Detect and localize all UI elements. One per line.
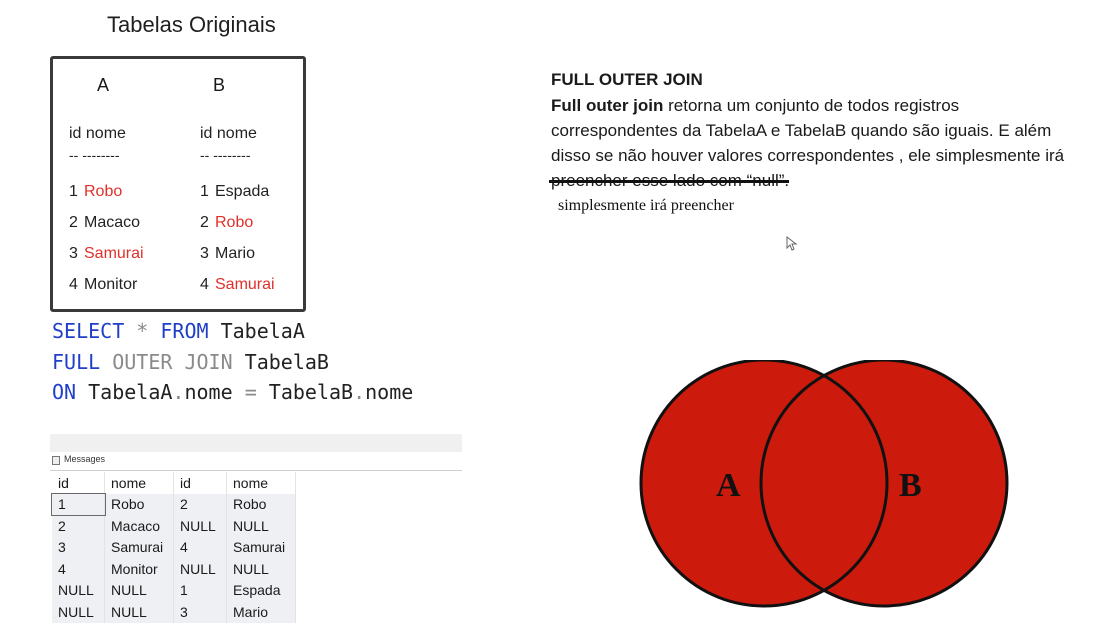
original-tables-title: Tabelas Originais (107, 12, 276, 37)
venn-label-a: A (716, 467, 741, 504)
table-b-row-id: 4 (200, 276, 209, 293)
venn-label-b: B (899, 467, 922, 504)
full-outer-join-description: Full outer join retorna um conjunto de t… (551, 93, 1071, 193)
table-a-header: A (97, 75, 110, 95)
full-outer-join-title: FULL OUTER JOIN (551, 70, 703, 89)
table-cell[interactable]: 1 (51, 492, 106, 516)
table-row[interactable]: 1 Robo 2 Robo (51, 492, 296, 516)
query-results-pane: Messages id nome id nome 1 Robo 2 Robo 2 Macaco N… (50, 434, 462, 623)
messages-icon (52, 456, 60, 465)
table-cell[interactable]: NULL (104, 601, 174, 623)
table-cell[interactable]: 2 (52, 515, 105, 537)
table-row[interactable]: 3 Samurai 4 Samurai (52, 536, 296, 558)
table-cell[interactable]: NULL (173, 515, 227, 537)
sql-keyword: FULL (52, 350, 101, 374)
table-a-row-name: Samurai (84, 245, 144, 262)
results-pane-header (50, 434, 462, 453)
sql-star: * (124, 319, 161, 343)
table-cell[interactable]: Robo (104, 493, 174, 515)
table-b-row-name: Samurai (215, 276, 275, 293)
table-cell[interactable]: NULL (52, 579, 105, 601)
table-b-row-id: 2 (200, 214, 209, 231)
table-cell[interactable]: Samurai (226, 536, 296, 558)
column-header[interactable]: id (52, 472, 105, 494)
sql-dot: . (172, 380, 185, 404)
results-grid[interactable]: id nome id nome 1 Robo 2 Robo 2 Macaco NULL NULL 3 S… (51, 472, 296, 623)
table-cell[interactable]: Mario (226, 601, 296, 623)
table-cell[interactable]: NULL (226, 558, 296, 580)
results-tab-bar: Messages (50, 452, 462, 471)
table-cell[interactable]: 1 (173, 579, 227, 601)
sql-keyword: FROM (160, 319, 209, 343)
table-cell[interactable]: Samurai (104, 536, 174, 558)
table-row[interactable]: 4 Monitor NULL NULL (52, 558, 296, 580)
sql-dot: . (353, 380, 366, 404)
table-cell[interactable]: 4 (173, 536, 227, 558)
table-cell[interactable]: Macaco (104, 515, 174, 537)
table-a-row-name: Macaco (84, 214, 141, 231)
column-header[interactable]: id (173, 472, 227, 494)
table-b-row-name: Espada (215, 183, 270, 200)
table-a-separator: -- -------- (69, 147, 120, 163)
sql-identifier: nome (365, 380, 414, 404)
sql-keyword: SELECT (52, 319, 125, 343)
table-b-separator: -- -------- (200, 147, 251, 163)
column-header[interactable]: nome (104, 472, 174, 494)
table-b-row-id: 1 (200, 183, 209, 200)
tab-messages[interactable]: Messages (64, 454, 105, 464)
sql-identifier: TabelaA (76, 380, 173, 404)
table-cell[interactable]: Espada (226, 579, 296, 601)
table-cell[interactable]: NULL (52, 601, 105, 623)
sql-identifier: TabelaB (232, 350, 329, 374)
table-cell[interactable]: 3 (52, 536, 105, 558)
table-cell[interactable]: 2 (173, 493, 227, 515)
original-tables-box: A B id nome id nome -- -------- -- -----… (50, 56, 306, 312)
table-a-row-id: 2 (69, 214, 78, 231)
table-cell[interactable]: NULL (104, 579, 174, 601)
table-row[interactable]: NULL NULL 1 Espada (52, 579, 296, 601)
strikethrough-line (549, 180, 789, 183)
column-header[interactable]: nome (226, 472, 296, 494)
table-b-row-name: Mario (215, 245, 256, 262)
table-row[interactable]: 2 Macaco NULL NULL (52, 515, 296, 537)
sql-line-2: FULL OUTER JOIN TabelaB (52, 350, 329, 374)
mouse-cursor-icon (786, 236, 798, 251)
sql-identifier: nome (184, 380, 245, 404)
sql-equals: = (244, 380, 257, 404)
table-b-column-names: id nome (200, 125, 257, 142)
table-b-row-id: 3 (200, 245, 209, 262)
table-cell[interactable]: Robo (226, 493, 296, 515)
table-cell[interactable]: NULL (173, 558, 227, 580)
table-b-header: B (213, 75, 226, 95)
description-bold-term: Full outer join (551, 96, 664, 115)
table-a-row-id: 3 (69, 245, 78, 262)
correction-note: simplesmente irá preencher (558, 197, 734, 214)
table-cell[interactable]: 3 (173, 601, 227, 623)
sql-keyword: ON (52, 380, 77, 404)
table-a-row-id: 1 (69, 183, 78, 200)
sql-identifier: TabelaA (208, 319, 305, 343)
venn-diagram: A B (639, 360, 1009, 608)
sql-line-1: SELECT * FROM TabelaA (52, 319, 305, 343)
table-cell[interactable]: 4 (52, 558, 105, 580)
table-cell[interactable]: Monitor (104, 558, 174, 580)
sql-keyword-gray: OUTER JOIN (100, 350, 233, 374)
table-row[interactable]: NULL NULL 3 Mario (52, 601, 296, 623)
results-header-row: id nome id nome (52, 472, 296, 494)
table-a-row-name: Monitor (84, 276, 138, 293)
table-b-row-name: Robo (215, 214, 254, 231)
sql-line-3: ON TabelaA.nome = TabelaB.nome (52, 380, 413, 404)
table-cell[interactable]: NULL (226, 515, 296, 537)
sql-identifier: TabelaB (256, 380, 354, 404)
table-a-column-names: id nome (69, 125, 126, 142)
venn-circle-b (759, 360, 1009, 608)
table-a-row-name: Robo (84, 183, 123, 200)
table-a-row-id: 4 (69, 276, 78, 293)
